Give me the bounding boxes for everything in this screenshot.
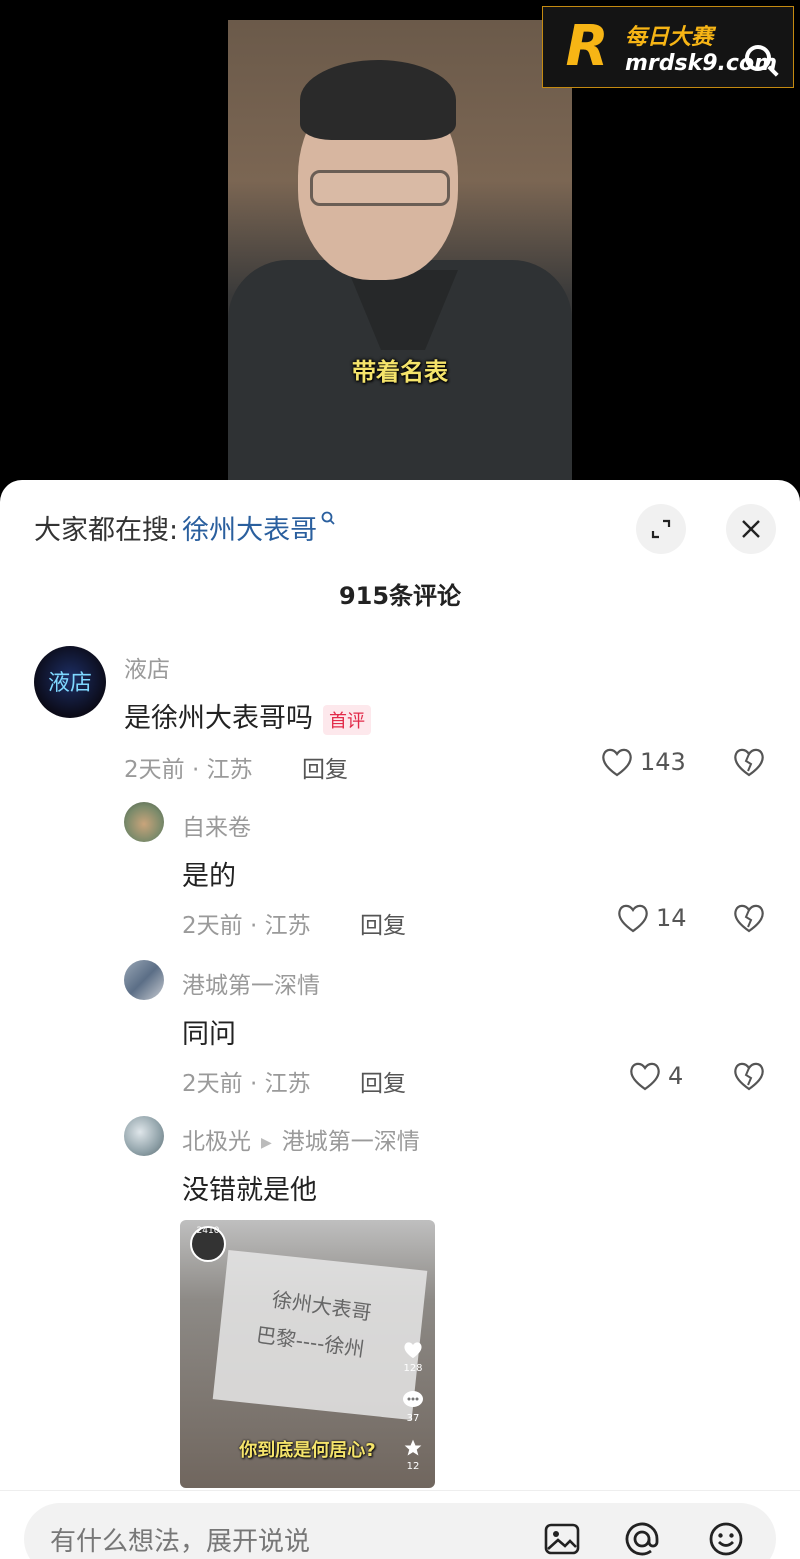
comment-input-placeholder: 有什么想法，展开说说 <box>50 1527 311 1557</box>
comment-username[interactable]: 港城第一深情 <box>182 966 320 1000</box>
heart-icon <box>404 1342 422 1359</box>
like-count: 14 <box>656 904 687 932</box>
avatar[interactable] <box>124 1116 164 1156</box>
magnifier-icon <box>745 45 771 71</box>
video-frame <box>228 20 572 480</box>
comment-username[interactable]: 自来卷 <box>182 808 251 842</box>
thumbnail-like: 128 <box>401 1340 425 1374</box>
comment-input[interactable]: 有什么想法，展开说说 <box>24 1503 776 1559</box>
thumbnail-fav-count: 12 <box>406 1461 420 1472</box>
comment-count: 915条评论 <box>338 582 462 610</box>
comment-text: 是徐州大表哥吗 首评 <box>124 696 371 735</box>
search-icon <box>321 509 335 530</box>
comment-time-location: 2天前 · 江苏 <box>182 913 311 939</box>
broken-heart-icon <box>734 904 764 933</box>
avatar[interactable] <box>124 802 164 842</box>
close-button[interactable] <box>726 504 776 554</box>
avatar[interactable]: 液店 <box>34 646 106 718</box>
like-button[interactable]: 143 <box>600 746 686 778</box>
comment-reply-header: 北极光 ▶ 港城第一深情 <box>182 1122 420 1156</box>
reply-button[interactable]: 回复 <box>302 750 348 784</box>
comment-composer: 有什么想法，展开说说 <box>0 1490 800 1559</box>
reply-arrow-icon: ▶ <box>261 1134 272 1151</box>
dislike-button[interactable] <box>732 1060 766 1096</box>
like-count: 143 <box>640 748 686 776</box>
comment-time-location: 2天前 · 江苏 <box>124 757 253 783</box>
video-caption: 带着名表 <box>352 358 448 386</box>
thumbnail-avatar-count: 2410 <box>196 1226 220 1236</box>
reply-button[interactable]: 回复 <box>360 1064 406 1098</box>
comment-body: 同问 <box>182 1019 236 1050</box>
reply-button[interactable]: 回复 <box>360 906 406 940</box>
watermark-logo: R 每日大赛 mrdsk9.com <box>542 6 794 88</box>
emoji-button[interactable] <box>706 1519 746 1559</box>
comment-body: 是徐州大表哥吗 <box>124 703 313 734</box>
comment-sheet: 大家都在搜: 徐州大表哥 915条评论 液店 液店 是徐州大表哥吗 首评 2天前 … <box>0 480 800 1559</box>
svg-text:液店: 液店 <box>48 671 92 696</box>
avatar[interactable] <box>124 960 164 1000</box>
comment-time-location: 2天前 · 江苏 <box>182 1071 311 1097</box>
like-button[interactable]: 4 <box>628 1060 683 1092</box>
heart-icon <box>602 748 632 777</box>
comment-video-thumbnail[interactable]: 徐州大表哥 巴黎----徐州 2410 128 37 12 你到底是何居心? <box>180 1220 435 1488</box>
search-prefix: 大家都在搜: <box>34 515 179 546</box>
comment-username[interactable]: 液店 <box>124 650 170 684</box>
emoji-icon <box>709 1522 743 1556</box>
like-count: 4 <box>668 1062 684 1090</box>
search-suggestion[interactable]: 大家都在搜: 徐州大表哥 <box>34 508 335 547</box>
broken-heart-icon <box>734 748 764 777</box>
thumbnail-comment-count: 37 <box>406 1413 420 1424</box>
thumbnail-like-count: 128 <box>403 1363 423 1374</box>
person-hair <box>300 60 456 140</box>
reply-to-username[interactable]: 港城第一深情 <box>282 1129 420 1155</box>
image-button[interactable] <box>542 1519 582 1559</box>
search-term-link[interactable]: 徐州大表哥 <box>182 508 317 547</box>
comment-username[interactable]: 北极光 <box>182 1129 251 1155</box>
like-button[interactable]: 14 <box>616 902 687 934</box>
thumbnail-caption: 你到底是何居心? <box>239 1440 376 1461</box>
broken-heart-icon <box>734 1062 764 1091</box>
close-icon <box>742 520 760 538</box>
logo-r-icon: R <box>565 14 609 79</box>
comment-body: 是的 <box>182 861 236 892</box>
expand-button[interactable] <box>636 504 686 554</box>
at-icon <box>625 1522 659 1556</box>
image-icon <box>544 1523 580 1555</box>
glasses <box>310 170 450 206</box>
comment-bubble-icon <box>403 1391 423 1407</box>
video-player[interactable]: 带着名表 R 每日大赛 mrdsk9.com <box>0 0 800 480</box>
dislike-button[interactable] <box>732 746 766 782</box>
heart-icon <box>618 904 648 933</box>
thumbnail-comment: 37 <box>401 1390 425 1424</box>
mention-button[interactable] <box>622 1519 662 1559</box>
heart-icon <box>630 1062 660 1091</box>
expand-icon <box>651 519 671 539</box>
dislike-button[interactable] <box>732 902 766 938</box>
first-comment-badge: 首评 <box>323 704 371 735</box>
comment-body: 没错就是他 <box>182 1175 317 1206</box>
